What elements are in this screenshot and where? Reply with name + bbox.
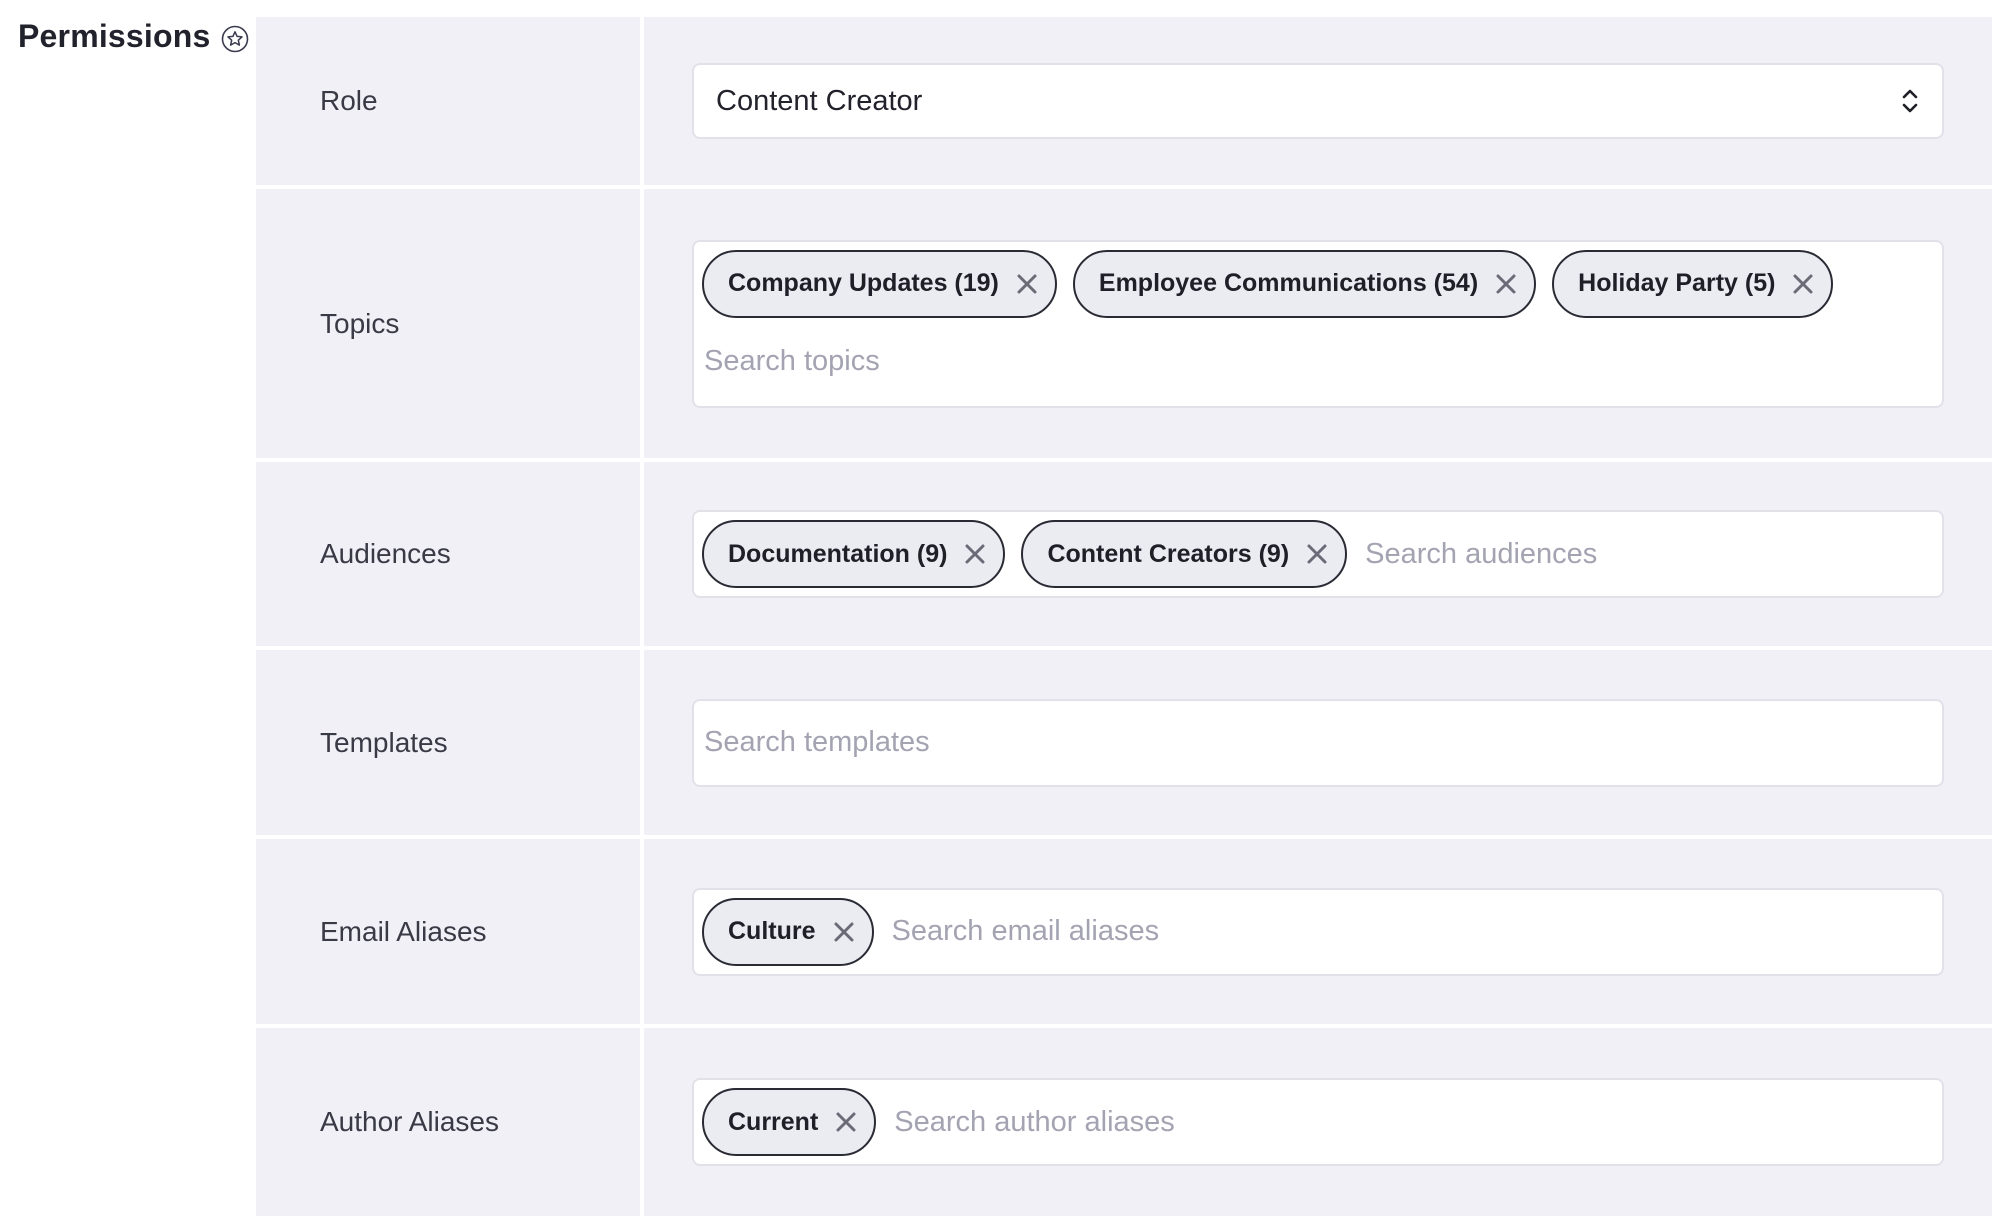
star-icon[interactable] bbox=[221, 25, 249, 53]
permissions-table: Role Content Creator Topics Company Upda… bbox=[256, 17, 1992, 1216]
templates-search-input[interactable] bbox=[702, 708, 1934, 777]
email-aliases-label: Email Aliases bbox=[256, 839, 644, 1024]
chip-label: Culture bbox=[728, 917, 816, 945]
audiences-label: Audiences bbox=[256, 462, 644, 646]
topics-value-cell: Company Updates (19) Employee Communicat… bbox=[644, 189, 1992, 458]
chip-label: Company Updates (19) bbox=[728, 269, 999, 297]
chip-label: Content Creators (9) bbox=[1047, 539, 1290, 568]
audience-chip: Content Creators (9) bbox=[1021, 520, 1348, 588]
audiences-row: Audiences Documentation (9) Content Crea… bbox=[256, 462, 1992, 650]
role-select[interactable]: Content Creator bbox=[692, 63, 1944, 139]
audiences-search-input[interactable] bbox=[1363, 520, 1934, 588]
close-icon[interactable] bbox=[1303, 540, 1331, 568]
close-icon[interactable] bbox=[830, 918, 858, 946]
chip-label: Holiday Party (5) bbox=[1578, 269, 1776, 297]
close-icon[interactable] bbox=[1492, 270, 1520, 298]
author-aliases-multiselect[interactable]: Current bbox=[692, 1078, 1944, 1166]
chip-label: Current bbox=[728, 1107, 819, 1136]
author-aliases-value-cell: Current bbox=[644, 1028, 1992, 1216]
email-aliases-search-input[interactable] bbox=[889, 897, 1934, 966]
author-aliases-label: Author Aliases bbox=[256, 1028, 644, 1216]
permissions-page: Permissions Role Content Creator Topics … bbox=[0, 0, 1996, 1230]
chip-label: Employee Communications (54) bbox=[1098, 269, 1479, 297]
audiences-value-cell: Documentation (9) Content Creators (9) bbox=[644, 462, 1992, 646]
close-icon[interactable] bbox=[1789, 270, 1817, 298]
role-value-cell: Content Creator bbox=[644, 17, 1992, 185]
close-icon[interactable] bbox=[961, 540, 989, 568]
templates-value-cell bbox=[644, 650, 1992, 835]
topic-chip: Employee Communications (54) bbox=[1072, 249, 1537, 318]
chip-label: Documentation (9) bbox=[728, 539, 948, 568]
templates-multiselect[interactable] bbox=[692, 698, 1944, 787]
email-aliases-row: Email Aliases Culture bbox=[256, 839, 1992, 1028]
chevron-up-down-icon bbox=[1900, 87, 1920, 115]
email-aliases-value-cell: Culture bbox=[644, 839, 1992, 1024]
author-alias-chip: Current bbox=[702, 1088, 877, 1156]
topics-multiselect[interactable]: Company Updates (19) Employee Communicat… bbox=[692, 239, 1944, 408]
email-alias-chip: Culture bbox=[702, 897, 874, 966]
role-row: Role Content Creator bbox=[256, 17, 1992, 189]
role-selected-value: Content Creator bbox=[716, 84, 923, 117]
topics-label: Topics bbox=[256, 189, 644, 458]
section-header: Permissions bbox=[18, 18, 249, 55]
section-title: Permissions bbox=[18, 18, 211, 54]
templates-row: Templates bbox=[256, 650, 1992, 839]
topics-row: Topics Company Updates (19) Employee Com… bbox=[256, 189, 1992, 462]
topic-chip: Company Updates (19) bbox=[702, 249, 1057, 318]
topic-chip: Holiday Party (5) bbox=[1552, 249, 1834, 318]
author-aliases-search-input[interactable] bbox=[892, 1088, 1934, 1156]
close-icon[interactable] bbox=[1013, 270, 1041, 298]
author-aliases-row: Author Aliases Current bbox=[256, 1028, 1992, 1216]
audience-chip: Documentation (9) bbox=[702, 520, 1006, 588]
topics-search-input[interactable] bbox=[702, 327, 1934, 396]
role-label: Role bbox=[256, 17, 644, 185]
audiences-multiselect[interactable]: Documentation (9) Content Creators (9) bbox=[692, 510, 1944, 598]
email-aliases-multiselect[interactable]: Culture bbox=[692, 887, 1944, 976]
templates-label: Templates bbox=[256, 650, 644, 835]
close-icon[interactable] bbox=[832, 1108, 860, 1136]
